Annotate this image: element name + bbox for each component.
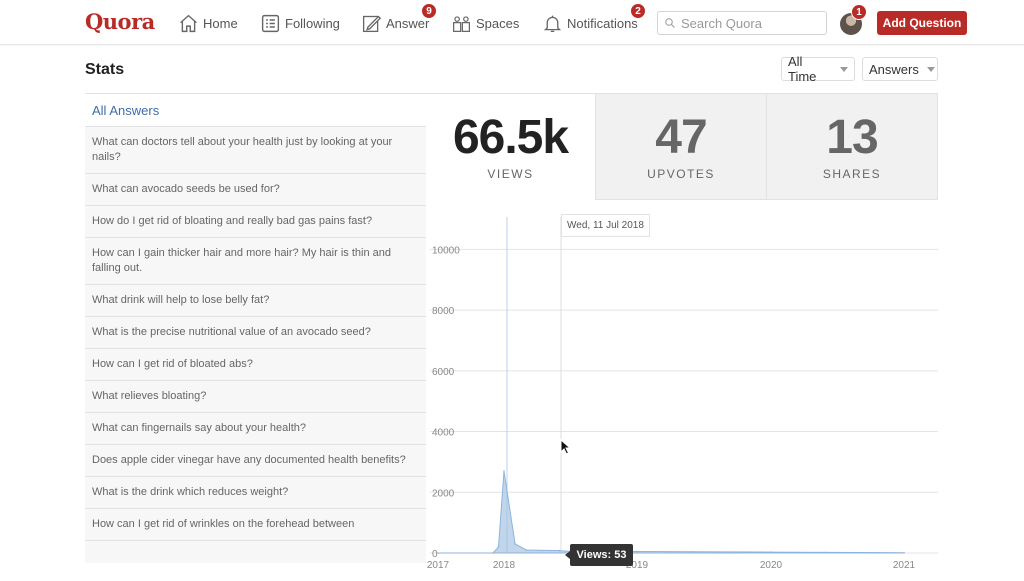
data-point	[514, 543, 516, 545]
answer-item[interactable]: What drink will help to lose belly fat?	[85, 285, 426, 317]
answer-item[interactable]: Does apple cider vinegar have any docume…	[85, 445, 426, 477]
y-tick-label: 4000	[432, 428, 455, 439]
answer-item[interactable]: What is the drink which reduces weight?	[85, 477, 426, 509]
nav-following[interactable]: Following	[260, 11, 340, 35]
y-tick-label: 6000	[432, 367, 455, 378]
views-value: 66.5k	[452, 111, 569, 164]
hover-date-label: Wed, 11 Jul 2018	[561, 214, 650, 237]
shares-label: SHARES	[822, 167, 882, 181]
views-card[interactable]: 66.5k VIEWS	[426, 94, 596, 200]
bell-icon	[543, 15, 562, 32]
views-series-area	[438, 470, 905, 554]
x-tick-label: 2018	[493, 560, 516, 571]
notifications-count-badge: 2	[630, 3, 646, 19]
data-point	[636, 550, 638, 553]
views-chart[interactable]: 0 2000 4000 6000 8000 10000 2017 2018 2019 2020 20…	[426, 199, 1024, 576]
views-label: VIEWS	[487, 167, 534, 181]
data-point	[503, 470, 505, 472]
answer-item[interactable]: How can I gain thicker hair and more hai…	[85, 238, 426, 285]
data-point	[437, 552, 439, 554]
answer-item[interactable]: How can I get rid of wrinkles on the for…	[85, 509, 426, 541]
answer-count-badge: 9	[421, 3, 437, 19]
nav-home-label: Home	[203, 15, 238, 31]
time-filter-value: All Time	[788, 54, 817, 84]
type-filter-value: Answers	[869, 61, 919, 77]
y-tick-label: 0	[432, 549, 438, 560]
answer-item[interactable]: How can I get rid of bloated abs?	[85, 349, 426, 381]
data-point	[825, 551, 828, 554]
search-icon	[665, 18, 675, 28]
y-tick-label: 2000	[432, 488, 455, 499]
y-tick-label: 10000	[432, 245, 460, 256]
data-point	[558, 549, 561, 552]
answer-item[interactable]: What can doctors tell about your health …	[85, 127, 426, 174]
pencil-icon	[362, 15, 382, 32]
nav-home[interactable]: Home	[178, 11, 238, 35]
time-filter-dropdown[interactable]: All Time	[781, 54, 855, 84]
all-answers-link[interactable]: All Answers	[85, 94, 426, 127]
quora-logo[interactable]: Quora	[85, 9, 155, 34]
data-point	[903, 551, 905, 554]
home-icon	[180, 14, 197, 32]
x-tick-label: 2017	[427, 560, 450, 571]
search-input[interactable]	[681, 15, 821, 31]
data-point	[692, 550, 694, 553]
spaces-icon	[453, 15, 470, 32]
nav-following-label: Following	[285, 15, 340, 31]
views-chart-svg: 02000400060008000100002017 2018 2019 2020 20…	[427, 217, 938, 571]
add-question-button[interactable]: Add Question	[877, 11, 967, 35]
answer-item[interactable]: What can fingernails say about your heal…	[85, 413, 426, 445]
type-filter-dropdown[interactable]: Answers	[862, 57, 938, 81]
answer-item[interactable]: What can avocado seeds be used for?	[85, 174, 426, 206]
shares-value: 13	[826, 111, 878, 164]
following-icon	[261, 14, 280, 32]
answer-item[interactable]: What relieves bloating?	[85, 381, 426, 413]
y-tick-label: 8000	[432, 306, 455, 317]
nav-answer[interactable]: Answer 9	[361, 3, 437, 35]
data-point	[770, 551, 772, 553]
data-point	[492, 552, 494, 554]
upvotes-value: 47	[655, 111, 707, 164]
chart-tooltip: Views: 53	[565, 544, 633, 566]
chevron-down-icon	[840, 66, 848, 72]
shares-card[interactable]: 13 SHARES	[767, 94, 938, 200]
upvotes-card[interactable]: 47 UPVOTES	[596, 94, 767, 200]
answers-list: All Answers What can doctors tell about …	[85, 93, 426, 563]
avatar-badge: 1	[851, 4, 867, 20]
upvotes-label: UPVOTES	[647, 167, 715, 181]
data-point	[497, 546, 500, 548]
data-point	[525, 549, 527, 551]
x-tick-label: 2020	[760, 560, 783, 571]
metric-cards: 66.5k VIEWS 47 UPVOTES 13 SHARES	[426, 93, 938, 200]
mouse-cursor-icon	[560, 439, 572, 455]
nav-spaces[interactable]: Spaces	[451, 11, 519, 35]
x-tick-label: 2021	[893, 560, 916, 571]
nav-notifications[interactable]: Notifications 2	[542, 3, 646, 35]
search-box[interactable]	[657, 11, 827, 35]
answer-item[interactable]: What is the precise nutritional value of…	[85, 317, 426, 349]
page-title: Stats	[85, 61, 125, 78]
nav-spaces-label: Spaces	[476, 15, 520, 31]
user-avatar[interactable]: 1	[840, 4, 867, 35]
top-navigation: Quora Home Following Answer 9 Spaces Not…	[0, 0, 1024, 45]
chevron-down-icon	[926, 66, 935, 72]
nav-notifications-label: Notifications	[567, 15, 638, 31]
nav-answer-label: Answer	[386, 15, 430, 31]
answer-item[interactable]: How do I get rid of bloating and really …	[85, 206, 426, 238]
